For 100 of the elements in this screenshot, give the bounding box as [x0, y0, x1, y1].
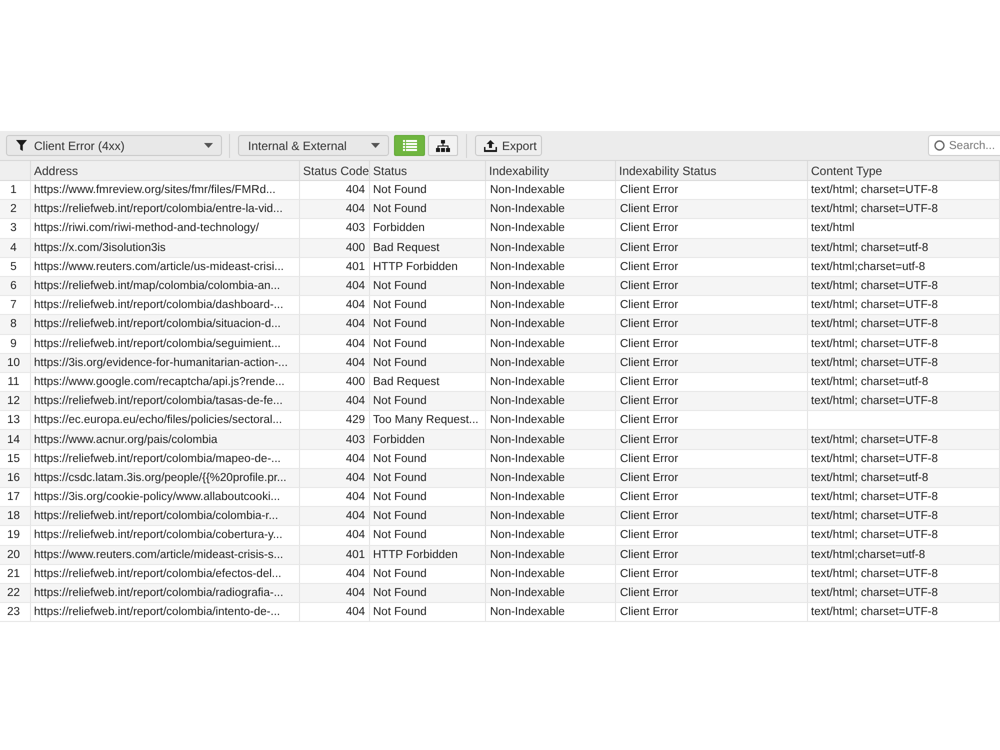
url-text: https://reliefweb.int/map/colombia/colombia-an... [31, 276, 300, 296]
row-number: 19 [0, 526, 31, 545]
content-type-text: text/html; charset=UTF-8 [808, 315, 1000, 334]
indexability-text: Non-Indexable [486, 430, 616, 449]
status-code: 404 [300, 468, 370, 487]
status-text: Not Found [370, 276, 486, 296]
indexability-status-text: Client Error [616, 526, 808, 545]
filter-dropdown[interactable]: Client Error (4xx) [6, 135, 222, 156]
content-type-text: text/html;charset=utf-8 [808, 258, 1000, 276]
table-row[interactable]: 4 https://x.com/3isolution3is 400 Bad Request Non-Indexable Client Error text/html; charset=utf-8 [0, 238, 1000, 258]
indexability-text: Non-Indexable [486, 276, 616, 296]
status-code: 400 [300, 372, 370, 392]
table-row[interactable]: 17 https://3is.org/cookie-policy/www.allaboutcooki... 404 Not Found Non-Indexable Client Error text/html; charset=UTF-8 [0, 488, 1000, 508]
table-row[interactable]: 9 https://reliefweb.int/report/colombia/seguimient... 404 Not Found Non-Indexable Client Error text/html; charset=UTF-8 [0, 334, 1000, 354]
indexability-status-text: Client Error [616, 392, 808, 410]
row-number: 16 [0, 468, 31, 487]
url-text: https://reliefweb.int/report/colombia/mapeo-de-... [31, 450, 300, 468]
row-number: 14 [0, 430, 31, 449]
url-text: https://ec.europa.eu/echo/files/policies/sectoral... [31, 411, 300, 430]
status-code: 404 [300, 276, 370, 296]
content-type-text: text/html; charset=UTF-8 [808, 392, 1000, 410]
url-text: https://3is.org/cookie-policy/www.allaboutcooki... [31, 488, 300, 506]
status-code: 404 [300, 526, 370, 545]
indexability-status-text: Client Error [616, 546, 808, 564]
indexability-text: Non-Indexable [486, 468, 616, 487]
table-row[interactable]: 19 https://reliefweb.int/report/colombia/cobertura-y... 404 Not Found Non-Indexable Client Error text/html; charset=UTF-8 [0, 526, 1000, 546]
row-number: 1 [0, 181, 31, 200]
table-row[interactable]: 12 https://reliefweb.int/report/colombia/tasas-de-fe... 404 Not Found Non-Indexable Client Error text/html; charset=UTF-8 [0, 392, 1000, 412]
status-text: Not Found [370, 584, 486, 602]
status-code: 404 [300, 334, 370, 353]
table-row[interactable]: 2 https://reliefweb.int/report/colombia/entre-la-vid... 404 Not Found Non-Indexable Client Error text/html; charset=UTF-8 [0, 200, 1000, 220]
row-number: 10 [0, 354, 31, 372]
content-type-text: text/html; charset=utf-8 [808, 238, 1000, 257]
status-code: 404 [300, 200, 370, 218]
url-text: https://reliefweb.int/report/colombia/radiografia-... [31, 584, 300, 602]
status-text: Not Found [370, 488, 486, 506]
column-header[interactable]: Status [370, 161, 486, 180]
content-type-text: text/html; charset=UTF-8 [808, 276, 1000, 296]
url-text: https://3is.org/evidence-for-humanitarian-action-... [31, 354, 300, 372]
scope-dropdown[interactable]: Internal & External [238, 135, 389, 156]
content-type-text: text/html; charset=UTF-8 [808, 603, 1000, 622]
content-type-text: text/html [808, 219, 1000, 238]
status-text: Forbidden [370, 430, 486, 449]
indexability-text: Non-Indexable [486, 546, 616, 564]
table-row[interactable]: 23 https://reliefweb.int/report/colombia/intento-de-... 404 Not Found Non-Indexable Client Error text/html; charset=UTF-8 [0, 603, 1000, 622]
status-text: Not Found [370, 603, 486, 622]
table-row[interactable]: 8 https://reliefweb.int/report/colombia/situacion-d... 404 Not Found Non-Indexable Client Error text/html; charset=UTF-8 [0, 315, 1000, 334]
row-number: 12 [0, 392, 31, 410]
status-text: Not Found [370, 315, 486, 334]
table-row[interactable]: 6 https://reliefweb.int/map/colombia/colombia-an... 404 Not Found Non-Indexable Client Error text/html; charset=UTF-8 [0, 276, 1000, 296]
indexability-text: Non-Indexable [486, 603, 616, 622]
content-type-text: text/html; charset=UTF-8 [808, 354, 1000, 372]
indexability-status-text: Client Error [616, 564, 808, 583]
indexability-text: Non-Indexable [486, 315, 616, 334]
status-code: 404 [300, 354, 370, 372]
column-header[interactable]: Indexability Status [616, 161, 808, 180]
table-row[interactable]: 22 https://reliefweb.int/report/colombia/radiografia-... 404 Not Found Non-Indexable Client Error text/html; charset=UTF-8 [0, 584, 1000, 604]
column-header[interactable]: Content Type [808, 161, 1000, 180]
url-text: https://reliefweb.int/report/colombia/entre-la-vid... [31, 200, 300, 218]
content-type-text: text/html; charset=UTF-8 [808, 430, 1000, 449]
hierarchy-icon [436, 140, 450, 152]
indexability-text: Non-Indexable [486, 372, 616, 392]
table-row[interactable]: 7 https://reliefweb.int/report/colombia/dashboard-... 404 Not Found Non-Indexable Client Error text/html; charset=UTF-8 [0, 296, 1000, 316]
indexability-text: Non-Indexable [486, 354, 616, 372]
table-row[interactable]: 16 https://csdc.latam.3is.org/people/{{%20profile.pr... 404 Not Found Non-Indexable Client Error text/html; charset=utf-8 [0, 468, 1000, 488]
table-row[interactable]: 1 https://www.fmreview.org/sites/fmr/files/FMRd... 404 Not Found Non-Indexable Client Error text/html; charset=UTF-8 [0, 181, 1000, 200]
table-row[interactable]: 15 https://reliefweb.int/report/colombia/mapeo-de-... 404 Not Found Non-Indexable Client Error text/html; charset=UTF-8 [0, 450, 1000, 469]
table-row[interactable]: 13 https://ec.europa.eu/echo/files/policies/sectoral... 429 Too Many Request... Non-Indexable Client Error [0, 411, 1000, 430]
indexability-text: Non-Indexable [486, 258, 616, 276]
search-field[interactable]: Search... [928, 135, 1000, 156]
table-row[interactable]: 18 https://reliefweb.int/report/colombia/colombia-r... 404 Not Found Non-Indexable Client Error text/html; charset=UTF-8 [0, 507, 1000, 526]
status-text: Forbidden [370, 219, 486, 238]
table-row[interactable]: 20 https://www.reuters.com/article/mideast-crisis-s... 401 HTTP Forbidden Non-Indexable Client Error text/html;charset=utf-8 [0, 546, 1000, 565]
status-code: 404 [300, 488, 370, 506]
indexability-status-text: Client Error [616, 181, 808, 200]
table-row[interactable]: 5 https://www.reuters.com/article/us-mideast-crisi... 401 HTTP Forbidden Non-Indexable Client Error text/html;charset=utf-8 [0, 258, 1000, 277]
upload-icon [484, 140, 497, 152]
table-row[interactable]: 3 https://riwi.com/riwi-method-and-technology/ 403 Forbidden Non-Indexable Client Error text/html [0, 219, 1000, 239]
row-number: 7 [0, 296, 31, 314]
url-text: https://reliefweb.int/report/colombia/tasas-de-fe... [31, 392, 300, 410]
url-text: https://reliefweb.int/report/colombia/cobertura-y... [31, 526, 300, 545]
export-button[interactable]: Export [475, 135, 542, 156]
table-row[interactable]: 11 https://www.google.com/recaptcha/api.js?rende... 400 Bad Request Non-Indexable Client Error text/html; charset=utf-8 [0, 372, 1000, 392]
status-code: 404 [300, 392, 370, 410]
status-code: 403 [300, 219, 370, 238]
column-header[interactable]: Address [31, 161, 300, 180]
table-row[interactable]: 10 https://3is.org/evidence-for-humanitarian-action-... 404 Not Found Non-Indexable Client Error text/html; charset=UTF-8 [0, 354, 1000, 373]
funnel-icon [16, 140, 27, 151]
row-number: 11 [0, 372, 31, 392]
content-type-text: text/html; charset=UTF-8 [808, 526, 1000, 545]
column-header[interactable]: Indexability [486, 161, 616, 180]
url-text: https://riwi.com/riwi-method-and-technology/ [31, 219, 300, 238]
row-number: 22 [0, 584, 31, 602]
content-type-text: text/html; charset=utf-8 [808, 468, 1000, 487]
column-header[interactable]: Status Code [300, 161, 370, 180]
table-row[interactable]: 21 https://reliefweb.int/report/colombia/efectos-del... 404 Not Found Non-Indexable Client Error text/html; charset=UTF-8 [0, 564, 1000, 584]
table-row[interactable]: 14 https://www.acnur.org/pais/colombia 403 Forbidden Non-Indexable Client Error text/html; charset=UTF-8 [0, 430, 1000, 450]
status-text: Not Found [370, 526, 486, 545]
tree-view-button[interactable] [428, 135, 458, 156]
row-number: 15 [0, 450, 31, 468]
